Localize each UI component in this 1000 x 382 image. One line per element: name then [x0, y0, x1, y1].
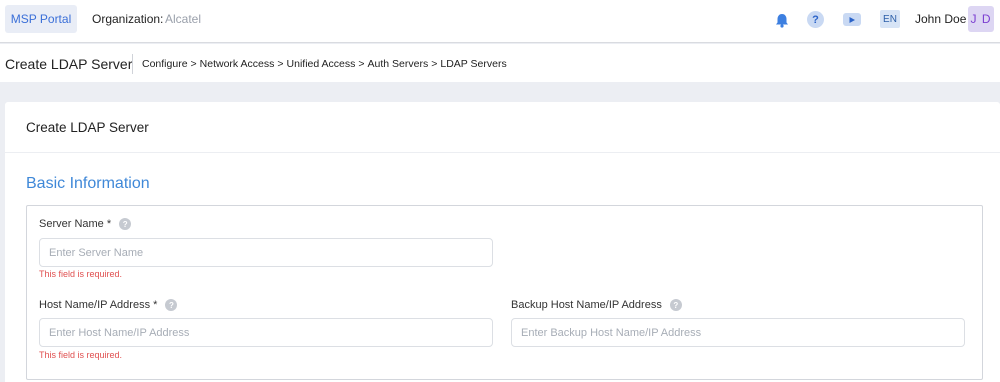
server-name-label-text: Server Name * — [39, 218, 112, 230]
card-header: Create LDAP Server — [5, 102, 1000, 153]
breadcrumb-item-configure[interactable]: Configure — [142, 58, 188, 70]
help-icon[interactable]: ? — [669, 299, 682, 311]
host-name-error: This field is required. — [39, 350, 123, 360]
backup-host-label: Backup Host Name/IP Address ? — [511, 299, 682, 311]
breadcrumb-separator: > — [190, 58, 197, 70]
help-icon[interactable]: ? — [807, 11, 824, 28]
breadcrumb-item-ldap-servers: LDAP Servers — [440, 58, 507, 70]
breadcrumb-separator: > — [431, 58, 438, 70]
server-name-input[interactable] — [39, 238, 493, 267]
server-name-error: This field is required. — [39, 269, 123, 279]
card-title: Create LDAP Server — [26, 120, 149, 135]
page-title-bar: Create LDAP Server Configure > Network A… — [0, 44, 1000, 82]
title-divider — [132, 54, 133, 74]
server-name-label: Server Name * ? — [39, 218, 132, 230]
breadcrumb-item-network-access[interactable]: Network Access — [200, 58, 275, 70]
user-name[interactable]: John Doe — [915, 12, 966, 26]
breadcrumb-item-auth-servers[interactable]: Auth Servers — [368, 58, 429, 70]
msp-portal-button[interactable]: MSP Portal — [5, 5, 77, 33]
basic-information-fieldset: Server Name * ? This field is required. … — [26, 205, 983, 380]
language-selector[interactable]: EN — [880, 10, 900, 28]
breadcrumb-separator: > — [358, 58, 365, 70]
create-ldap-card: Create LDAP Server Basic Information Ser… — [5, 102, 1000, 382]
host-name-label-text: Host Name/IP Address * — [39, 299, 158, 311]
help-icon[interactable]: ? — [165, 299, 178, 311]
help-icon[interactable]: ? — [119, 218, 132, 230]
bell-icon[interactable] — [773, 11, 791, 29]
organization-label: Organization: — [92, 12, 164, 26]
organization-selector[interactable]: Alcatel — [165, 12, 201, 26]
avatar[interactable]: J D — [968, 6, 994, 32]
top-navbar: MSP Portal Organization: Alcatel ? EN Jo… — [0, 0, 1000, 43]
host-name-input[interactable] — [39, 318, 493, 347]
backup-host-label-text: Backup Host Name/IP Address — [511, 299, 662, 311]
breadcrumb-item-unified-access[interactable]: Unified Access — [287, 58, 356, 70]
video-icon[interactable] — [843, 13, 861, 26]
breadcrumb: Configure > Network Access > Unified Acc… — [142, 58, 507, 70]
host-name-label: Host Name/IP Address * ? — [39, 299, 178, 311]
breadcrumb-separator: > — [277, 58, 284, 70]
backup-host-input[interactable] — [511, 318, 965, 347]
section-title-basic-information: Basic Information — [26, 175, 150, 192]
page-title: Create LDAP Server — [5, 56, 133, 72]
